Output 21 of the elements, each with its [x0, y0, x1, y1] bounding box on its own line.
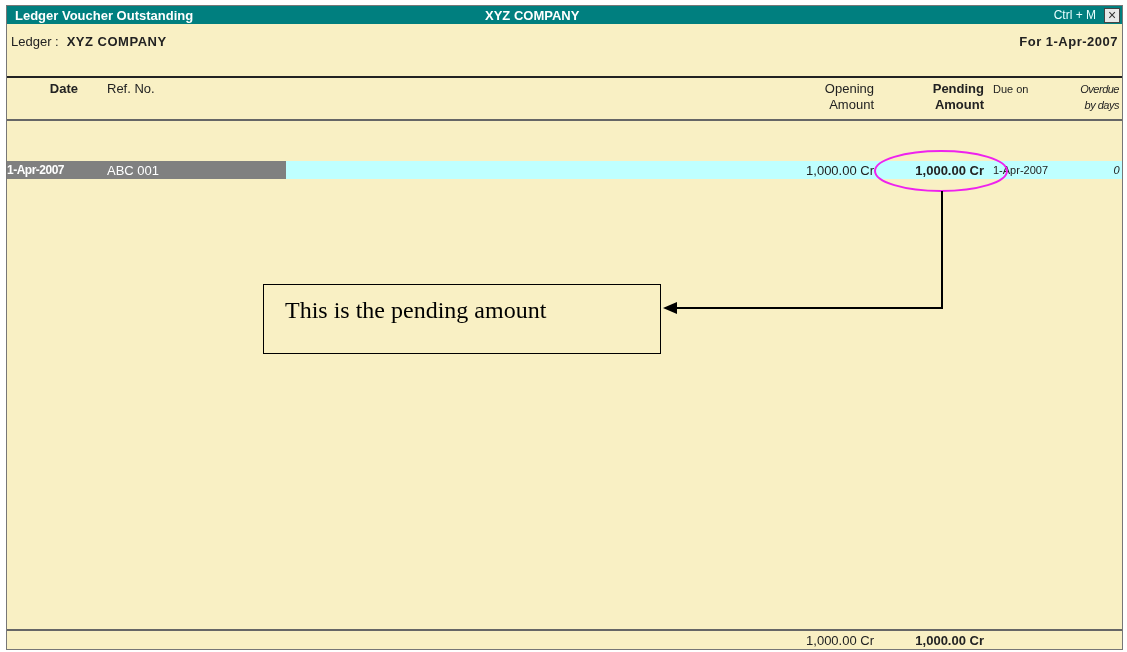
column-header: Ref. No. [106, 81, 156, 98]
table-cell-text: 1,000.00 Cr [805, 162, 875, 178]
close-button[interactable]: × [1104, 7, 1120, 23]
column-header: Overdue by days [1079, 82, 1120, 113]
column-header: Pending Amount [931, 81, 985, 114]
window-title: Ledger Voucher Outstanding [15, 7, 195, 23]
total-amount: 1,000.00 Cr [914, 632, 985, 648]
column-header: Opening Amount [823, 81, 875, 114]
table-cell-text: 1-Apr-2007 [7, 163, 66, 177]
table-cell-text: 0 [1112, 164, 1121, 176]
column-header: Due on [992, 82, 1030, 97]
column-header: Date [48, 81, 79, 98]
callout-text: This is the pending amount [263, 284, 661, 354]
ledger-name: XYZ COMPANY [66, 34, 167, 51]
period-text: For 1-Apr-2007 [1019, 34, 1118, 51]
total-amount: 1,000.00 Cr [805, 632, 875, 648]
company-name: XYZ COMPANY [485, 7, 581, 23]
ledger-label: Ledger : [11, 34, 59, 51]
table-cell-text: ABC 001 [106, 162, 161, 178]
table-cell-text: 1,000.00 Cr [914, 162, 985, 178]
shortcut-text: Ctrl + M [1053, 8, 1096, 22]
